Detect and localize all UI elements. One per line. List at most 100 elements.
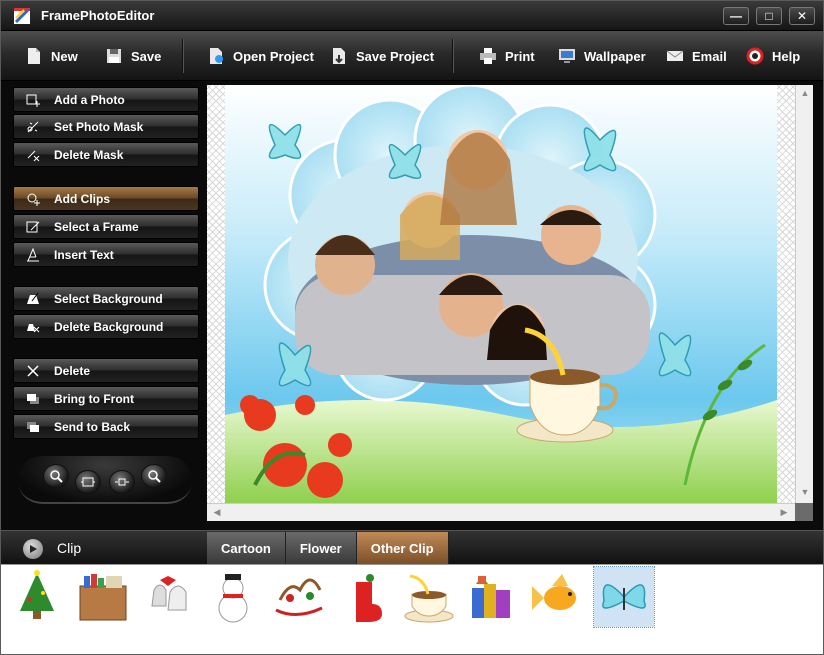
play-icon[interactable] [23, 539, 43, 559]
close-button[interactable]: ✕ [789, 7, 815, 25]
bring-to-front-button[interactable]: Bring to Front [13, 386, 199, 411]
clip-tabs: Cartoon Flower Other Clip [207, 532, 449, 564]
scroll-down-icon[interactable]: ▼ [796, 487, 814, 497]
tab-other-clip[interactable]: Other Clip [356, 532, 449, 564]
add-photo-button[interactable]: Add a Photo [13, 87, 199, 112]
zoom-in-icon[interactable] [43, 464, 69, 488]
envelope-icon [666, 50, 684, 61]
snowman-clip[interactable] [203, 567, 263, 627]
sidebar-item-label: Insert Text [54, 247, 114, 262]
bring-front-icon [25, 391, 41, 407]
lifebuoy-icon [746, 47, 764, 65]
photo-composition[interactable] [225, 85, 777, 503]
send-to-back-button[interactable]: Send to Back [13, 414, 199, 439]
sidebar-item-label: Set Photo Mask [54, 119, 144, 134]
open-project-icon [210, 48, 223, 64]
stocking-clip[interactable] [335, 567, 395, 627]
add-clips-button[interactable]: Add Clips [13, 186, 199, 211]
sidebar-item-label: Delete Background [54, 319, 164, 334]
clip-gallery [1, 564, 823, 654]
delete-background-button[interactable]: Delete Background [13, 314, 199, 339]
wallpaper-label: Wallpaper [584, 48, 646, 64]
clip-label: Clip [57, 540, 82, 556]
sidebar-item-label: Select Background [54, 291, 163, 306]
canvas-margin-left [207, 85, 225, 503]
delete-mask-button[interactable]: Delete Mask [13, 142, 199, 167]
save-project-label: Save Project [356, 48, 435, 64]
monitor-icon [559, 49, 575, 63]
window-title: FramePhotoEditor [41, 8, 155, 23]
sleigh-clip[interactable] [269, 567, 329, 627]
fit-window-icon[interactable] [75, 470, 101, 494]
maximize-button[interactable]: □ [756, 7, 782, 25]
add-photo-icon [25, 92, 41, 108]
toolbar-divider [452, 39, 453, 73]
add-clips-icon [25, 191, 41, 207]
sidebar-item-label: Send to Back [54, 419, 131, 434]
tab-flower[interactable]: Flower [285, 532, 357, 564]
toolbar-divider [182, 39, 183, 73]
save-label: Save [131, 48, 162, 64]
christmas-tree-clip[interactable] [7, 567, 67, 627]
vertical-scrollbar[interactable]: ▲ ▼ [795, 85, 813, 503]
scroll-left-icon[interactable]: ◀ [208, 507, 226, 518]
insert-text-button[interactable]: Insert Text [13, 242, 199, 267]
canvas-page[interactable] [207, 85, 795, 503]
bells-clip[interactable] [139, 567, 199, 627]
select-background-button[interactable]: Select Background [13, 286, 199, 311]
set-photo-mask-button[interactable]: Set Photo Mask [13, 114, 199, 139]
bookshelf-clip[interactable] [73, 567, 133, 627]
save-button[interactable]: Save [105, 31, 161, 81]
sidebar-item-label: Delete [54, 363, 91, 378]
photo-mask-icon [25, 119, 41, 135]
delete-mask-icon [25, 147, 41, 163]
delete-button[interactable]: Delete [13, 358, 199, 383]
print-label: Print [505, 48, 535, 64]
butterfly-clip[interactable] [593, 566, 655, 628]
printer-icon [480, 48, 496, 64]
scroll-right-icon[interactable]: ▶ [775, 507, 793, 518]
background-icon [25, 291, 41, 307]
sidebar-item-label: Select a Frame [54, 219, 139, 234]
open-project-label: Open Project [233, 48, 314, 64]
canvas-area[interactable]: ▲ ▼ ◀ ▶ [207, 85, 813, 521]
horizontal-scrollbar[interactable]: ◀ ▶ [207, 503, 795, 521]
sidebar-item-label: Delete Mask [54, 147, 124, 162]
help-button[interactable]: Help [746, 31, 800, 81]
delete-icon [25, 363, 41, 379]
new-label: New [51, 48, 78, 64]
email-label: Email [692, 48, 727, 64]
minimize-button[interactable]: — [723, 7, 749, 25]
coffee-cup-clip[interactable] [399, 567, 459, 627]
left-panel: Add a Photo Set Photo Mask Delete Mask A… [1, 82, 205, 530]
frame-icon [25, 219, 41, 235]
save-project-button[interactable]: Save Project [330, 31, 434, 81]
sidebar-item-label: Add Clips [54, 191, 110, 206]
app-logo-icon [14, 8, 30, 24]
email-button[interactable]: Email [666, 31, 727, 81]
new-file-icon [28, 48, 40, 64]
zoom-out-icon[interactable] [141, 464, 167, 488]
photo-frame-image [225, 85, 777, 503]
books-clip[interactable] [463, 567, 523, 627]
goldfish-clip[interactable] [529, 567, 589, 627]
sidebar-item-label: Bring to Front [54, 391, 134, 406]
clip-toolbar: Clip Cartoon Flower Other Clip [1, 530, 823, 564]
app-window: FramePhotoEditor — □ ✕ New Save Open Pro… [0, 0, 824, 655]
floppy-disk-icon [107, 49, 121, 63]
wallpaper-button[interactable]: Wallpaper [558, 31, 646, 81]
zoom-controls [19, 456, 191, 504]
delete-background-icon [25, 319, 41, 335]
save-project-icon [333, 48, 345, 64]
open-project-button[interactable]: Open Project [207, 31, 314, 81]
title-bar: FramePhotoEditor — □ ✕ [1, 1, 823, 31]
new-button[interactable]: New [25, 31, 78, 81]
select-frame-button[interactable]: Select a Frame [13, 214, 199, 239]
help-label: Help [772, 48, 801, 64]
tab-cartoon[interactable]: Cartoon [207, 532, 286, 564]
print-button[interactable]: Print [479, 31, 535, 81]
sidebar-item-label: Add a Photo [54, 92, 125, 107]
main-toolbar: New Save Open Project Save Project Print… [1, 31, 823, 81]
actual-size-icon[interactable] [109, 470, 135, 494]
scroll-up-icon[interactable]: ▲ [796, 88, 814, 98]
